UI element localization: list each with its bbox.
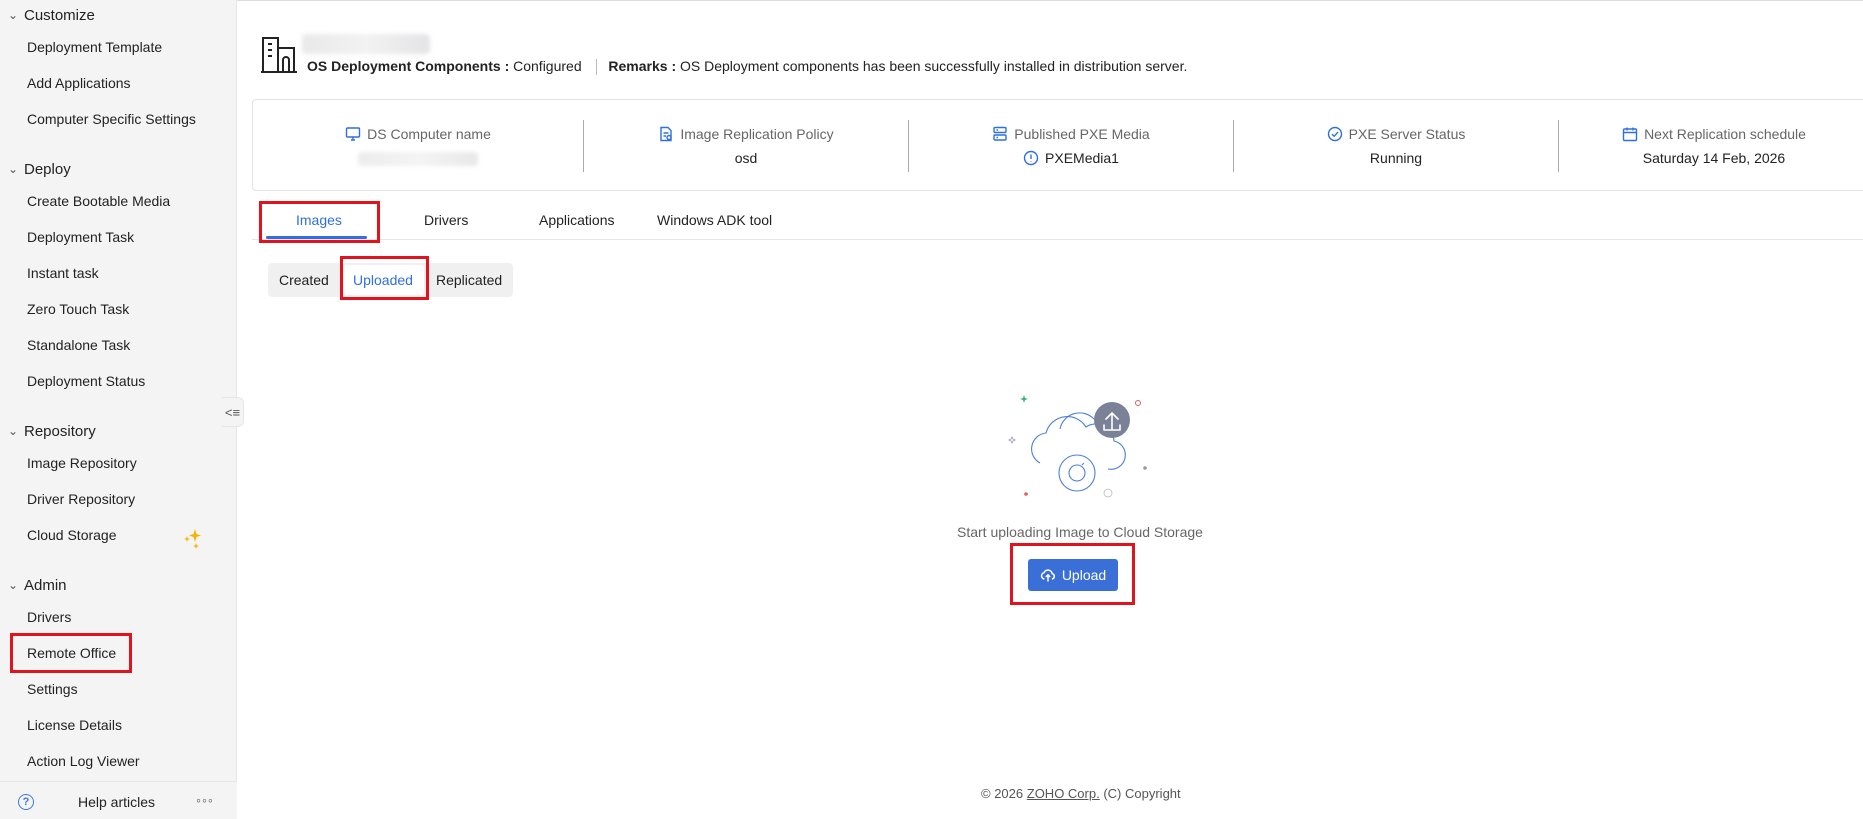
sidebar-footer: ? Help articles ◦◦◦ bbox=[0, 781, 237, 819]
sidebar-item-license-details[interactable]: License Details bbox=[27, 717, 122, 733]
pxe-server-status-label: PXE Server Status bbox=[1348, 126, 1466, 142]
sidebar-item-computer-specific-settings[interactable]: Computer Specific Settings bbox=[27, 111, 196, 127]
image-replication-policy-label: Image Replication Policy bbox=[680, 126, 834, 142]
sparkle-icon bbox=[184, 529, 201, 549]
sidebar-item-drivers[interactable]: Drivers bbox=[27, 609, 71, 625]
info-published-pxe: Published PXE Media PXEMedia1 bbox=[909, 100, 1233, 192]
next-replication-value: Saturday 14 Feb, 2026 bbox=[1642, 150, 1786, 166]
copyright-suffix: (C) Copyright bbox=[1103, 786, 1181, 801]
sidebar-item-driver-repository[interactable]: Driver Repository bbox=[27, 491, 135, 507]
chevron-down-icon: ⌄ bbox=[7, 8, 19, 22]
remarks-label: Remarks : bbox=[608, 58, 677, 74]
sidebar-item-deployment-status[interactable]: Deployment Status bbox=[27, 373, 145, 389]
highlight-images-tab bbox=[259, 201, 380, 243]
section-label: Admin bbox=[24, 576, 67, 594]
subtab-created[interactable]: Created bbox=[279, 272, 329, 288]
sidebar-item-create-bootable-media[interactable]: Create Bootable Media bbox=[27, 193, 170, 209]
info-pxe-status: PXE Server Status Running bbox=[1234, 100, 1558, 192]
collapse-sidebar-icon[interactable]: <≡ bbox=[222, 397, 244, 427]
status-line: OS Deployment Components : Configured Re… bbox=[307, 58, 1188, 76]
sidebar: ⌄ Customize Deployment Template Add Appl… bbox=[0, 0, 237, 819]
next-replication-label: Next Replication schedule bbox=[1644, 126, 1806, 142]
info-circle-icon bbox=[1023, 150, 1039, 166]
highlight-remote-office bbox=[10, 633, 132, 673]
section-label: Repository bbox=[24, 422, 96, 440]
divider bbox=[595, 59, 597, 76]
help-articles-link[interactable]: Help articles bbox=[78, 794, 155, 810]
sidebar-item-cloud-storage[interactable]: Cloud Storage bbox=[27, 527, 117, 543]
sidebar-item-action-log-viewer[interactable]: Action Log Viewer bbox=[27, 753, 140, 769]
empty-state-message: Start uploading Image to Cloud Storage bbox=[957, 524, 1203, 540]
section-label: Customize bbox=[24, 6, 95, 24]
components-value: Configured bbox=[513, 58, 582, 74]
chevron-down-icon: ⌄ bbox=[7, 578, 19, 592]
sidebar-item-settings[interactable]: Settings bbox=[27, 681, 78, 697]
building-icon bbox=[261, 37, 297, 73]
published-pxe-media-value[interactable]: PXEMedia1 bbox=[1045, 150, 1119, 166]
check-circle-icon bbox=[1327, 126, 1342, 142]
more-options-icon[interactable]: ◦◦◦ bbox=[196, 792, 214, 808]
top-divider bbox=[237, 0, 1863, 1]
chevron-down-icon: ⌄ bbox=[7, 162, 19, 176]
monitor-icon bbox=[345, 127, 361, 141]
server-icon bbox=[993, 126, 1007, 141]
server-name-redacted bbox=[302, 34, 430, 54]
section-deploy[interactable]: ⌄ Deploy bbox=[0, 157, 71, 181]
remarks-value: OS Deployment components has been succes… bbox=[680, 58, 1188, 74]
info-strip: DS Computer name Image Replication Polic… bbox=[252, 99, 1863, 191]
tab-applications[interactable]: Applications bbox=[539, 212, 615, 228]
ds-computer-name-label: DS Computer name bbox=[367, 126, 491, 142]
tab-windows-adk-tool[interactable]: Windows ADK tool bbox=[657, 212, 772, 228]
tab-drivers[interactable]: Drivers bbox=[424, 212, 468, 228]
help-icon[interactable]: ? bbox=[18, 794, 34, 810]
sidebar-item-add-applications[interactable]: Add Applications bbox=[27, 75, 131, 91]
policy-document-icon bbox=[660, 126, 673, 142]
highlight-uploaded-subtab bbox=[340, 256, 429, 300]
pxe-server-status-value: Running bbox=[1369, 150, 1423, 166]
copyright-prefix: © 2026 bbox=[981, 786, 1024, 801]
chevron-down-icon: ⌄ bbox=[7, 424, 19, 438]
sidebar-item-deployment-template[interactable]: Deployment Template bbox=[27, 39, 162, 55]
section-customize[interactable]: ⌄ Customize bbox=[0, 3, 95, 27]
ds-computer-name-redacted bbox=[358, 152, 478, 166]
cloud-upload-illustration bbox=[1008, 395, 1147, 498]
image-replication-policy-value: osd bbox=[734, 150, 758, 166]
section-repository[interactable]: ⌄ Repository bbox=[0, 419, 96, 443]
info-ds-computer: DS Computer name bbox=[253, 100, 583, 192]
sidebar-item-instant-task[interactable]: Instant task bbox=[27, 265, 99, 281]
sidebar-item-image-repository[interactable]: Image Repository bbox=[27, 455, 137, 471]
info-image-replication: Image Replication Policy osd bbox=[584, 100, 908, 192]
sidebar-item-deployment-task[interactable]: Deployment Task bbox=[27, 229, 134, 245]
copyright: © 2026 ZOHO Corp. (C) Copyright bbox=[981, 786, 1181, 801]
main-tabs: Images Drivers Applications Windows ADK … bbox=[252, 204, 1863, 240]
sidebar-item-zero-touch-task[interactable]: Zero Touch Task bbox=[27, 301, 129, 317]
section-admin[interactable]: ⌄ Admin bbox=[0, 573, 67, 597]
published-pxe-media-label: Published PXE Media bbox=[1014, 126, 1150, 142]
sidebar-item-standalone-task[interactable]: Standalone Task bbox=[27, 337, 130, 353]
zoho-link[interactable]: ZOHO Corp. bbox=[1027, 786, 1100, 801]
calendar-icon bbox=[1622, 127, 1638, 142]
section-label: Deploy bbox=[24, 160, 71, 178]
highlight-upload-button bbox=[1010, 543, 1135, 605]
info-next-replication: Next Replication schedule Saturday 14 Fe… bbox=[1559, 100, 1863, 192]
components-label: OS Deployment Components : bbox=[307, 58, 510, 74]
subtab-replicated[interactable]: Replicated bbox=[436, 272, 502, 288]
